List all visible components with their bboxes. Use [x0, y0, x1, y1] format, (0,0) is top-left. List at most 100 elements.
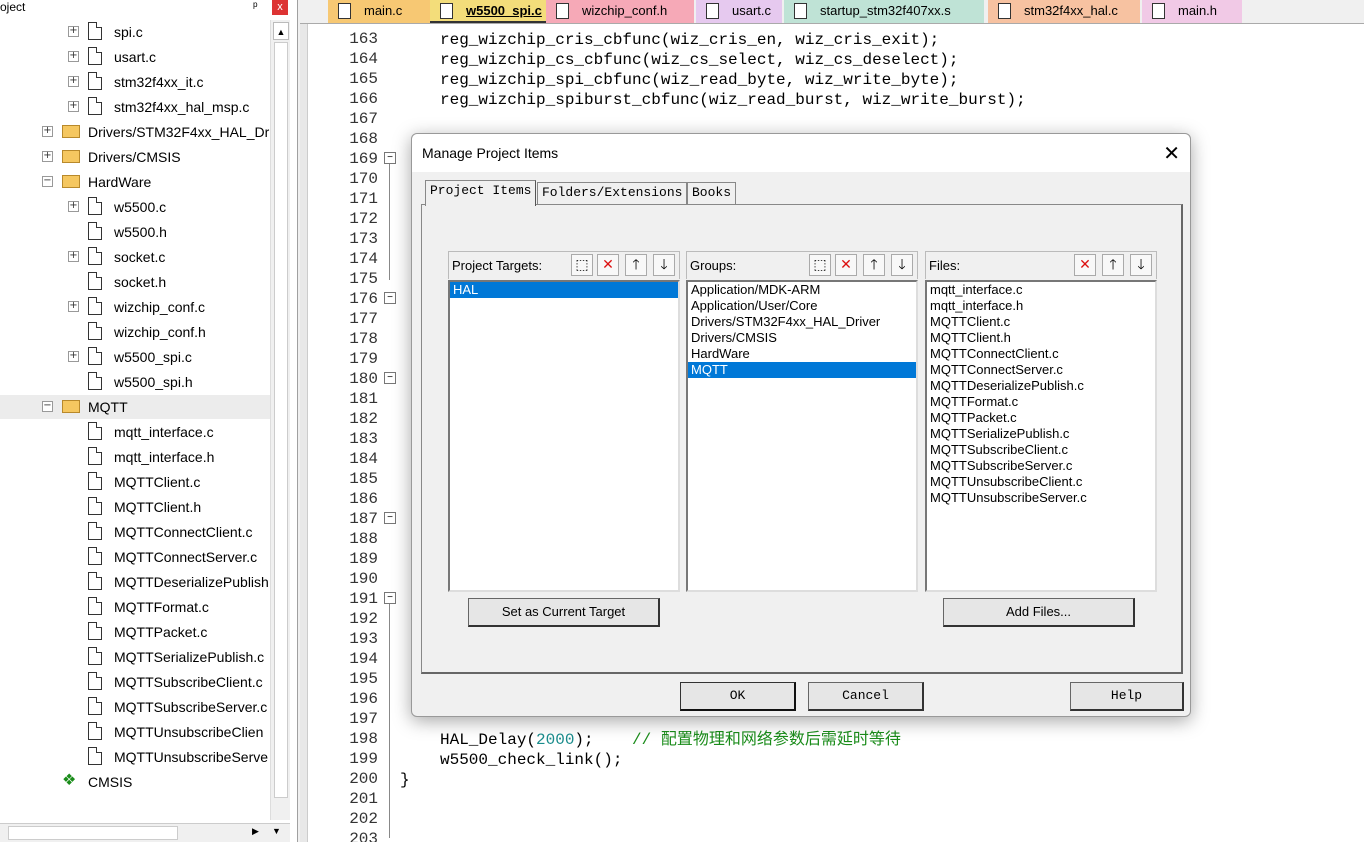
tree-item[interactable]: mqtt_interface.c — [0, 420, 270, 444]
list-item[interactable]: MQTTConnectServer.c — [927, 362, 1155, 378]
close-icon[interactable]: ✕ — [1163, 141, 1180, 165]
tree-item[interactable]: MQTTClient.h — [0, 495, 270, 519]
tree-item[interactable]: MQTTUnsubscribeServe — [0, 745, 270, 769]
add-files-button[interactable]: Add Files... — [943, 598, 1135, 627]
collapse-icon[interactable]: − — [42, 176, 53, 187]
list-item[interactable]: Application/MDK-ARM — [688, 282, 916, 298]
expand-icon[interactable]: + — [42, 151, 53, 162]
expand-icon[interactable]: + — [68, 251, 79, 262]
expand-icon[interactable]: + — [42, 126, 53, 137]
close-icon[interactable]: x — [272, 0, 288, 15]
list-item[interactable]: MQTTFormat.c — [927, 394, 1155, 410]
tree-item[interactable]: + Drivers/CMSIS — [0, 145, 270, 169]
tree-item[interactable]: MQTTUnsubscribeClien — [0, 720, 270, 744]
move-up-icon[interactable]: 🡑 — [863, 254, 885, 276]
move-up-icon[interactable]: 🡑 — [625, 254, 647, 276]
move-down-icon[interactable]: 🡓 — [653, 254, 675, 276]
tree-item[interactable]: − MQTT — [0, 395, 270, 419]
list-item[interactable]: HAL — [450, 282, 678, 298]
new-icon[interactable]: ⬚ — [571, 254, 593, 276]
expand-icon[interactable]: + — [68, 351, 79, 362]
tree-item[interactable]: MQTTSubscribeServer.c — [0, 695, 270, 719]
expand-icon[interactable]: + — [68, 201, 79, 212]
list-item[interactable]: MQTTConnectClient.c — [927, 346, 1155, 362]
list-item[interactable]: Drivers/CMSIS — [688, 330, 916, 346]
scroll-down-icon[interactable]: ▼ — [272, 826, 281, 836]
fold-icon[interactable]: − — [384, 292, 396, 304]
tree-item[interactable]: MQTTSubscribeClient.c — [0, 670, 270, 694]
delete-icon[interactable]: ✕ — [597, 254, 619, 276]
list-item[interactable]: MQTTClient.c — [927, 314, 1155, 330]
tree-item[interactable]: + stm32f4xx_it.c — [0, 70, 270, 94]
tree-item[interactable]: + stm32f4xx_hal_msp.c — [0, 95, 270, 119]
set-as-current-target-button[interactable]: Set as Current Target — [468, 598, 660, 627]
new-icon[interactable]: ⬚ — [809, 254, 831, 276]
code-line[interactable]: reg_wizchip_spi_cbfunc(wiz_read_byte, wi… — [440, 70, 958, 90]
expand-icon[interactable]: + — [68, 76, 79, 87]
tab-books[interactable]: Books — [687, 182, 737, 204]
targets-list[interactable]: HAL — [448, 280, 680, 592]
tree-item[interactable]: MQTTDeserializePublish — [0, 570, 270, 594]
list-item[interactable]: MQTT — [688, 362, 916, 378]
list-item[interactable]: Application/User/Core — [688, 298, 916, 314]
code-line[interactable]: reg_wizchip_spiburst_cbfunc(wiz_read_bur… — [440, 90, 1026, 110]
fold-icon[interactable]: − — [384, 152, 396, 164]
scrollbar-thumb[interactable] — [8, 826, 178, 840]
tree-item[interactable]: MQTTClient.c — [0, 470, 270, 494]
file-tab[interactable]: w5500_spi.c — [430, 0, 546, 23]
tree-item[interactable]: MQTTFormat.c — [0, 595, 270, 619]
help-button[interactable]: Help — [1070, 682, 1184, 711]
tree-item[interactable]: w5500_spi.h — [0, 370, 270, 394]
delete-icon[interactable]: ✕ — [835, 254, 857, 276]
file-tab[interactable]: usart.c — [696, 0, 782, 23]
code-line[interactable]: HAL_Delay(2000); // 配置物理和网络参数后需延时等待 — [440, 730, 901, 750]
horizontal-scrollbar[interactable]: ▶ ▼ — [0, 823, 290, 842]
tree-item[interactable]: MQTTPacket.c — [0, 620, 270, 644]
expand-icon[interactable]: + — [68, 26, 79, 37]
cancel-button[interactable]: Cancel — [808, 682, 924, 711]
delete-icon[interactable]: ✕ — [1074, 254, 1096, 276]
list-item[interactable]: MQTTSubscribeClient.c — [927, 442, 1155, 458]
tree-item[interactable]: + socket.c — [0, 245, 270, 269]
code-line[interactable]: w5500_check_link(); — [440, 750, 622, 770]
fold-icon[interactable]: − — [384, 372, 396, 384]
tree-item[interactable]: mqtt_interface.h — [0, 445, 270, 469]
list-item[interactable]: MQTTUnsubscribeServer.c — [927, 490, 1155, 506]
list-item[interactable]: MQTTDeserializePublish.c — [927, 378, 1155, 394]
tree-item[interactable]: socket.h — [0, 270, 270, 294]
expand-icon[interactable]: + — [68, 301, 79, 312]
file-tab[interactable]: stm32f4xx_hal.c — [988, 0, 1140, 23]
vertical-scrollbar[interactable]: ▲ — [270, 20, 290, 820]
tab-folders-extensions[interactable]: Folders/Extensions — [537, 182, 688, 204]
list-item[interactable]: MQTTSubscribeServer.c — [927, 458, 1155, 474]
tree-item[interactable]: − HardWare — [0, 170, 270, 194]
pin-icon[interactable]: ᵖ — [253, 0, 258, 13]
tree-item[interactable]: + Drivers/STM32F4xx_HAL_Dr — [0, 120, 270, 144]
tree-item[interactable]: ❖ CMSIS — [0, 770, 270, 794]
files-list[interactable]: mqtt_interface.c mqtt_interface.h MQTTClie… — [925, 280, 1157, 592]
tree-item[interactable]: MQTTConnectServer.c — [0, 545, 270, 569]
fold-icon[interactable]: − — [384, 592, 396, 604]
tree-item[interactable]: w5500.h — [0, 220, 270, 244]
file-tab[interactable]: main.h — [1142, 0, 1242, 23]
move-down-icon[interactable]: 🡓 — [891, 254, 913, 276]
expand-icon[interactable]: + — [68, 51, 79, 62]
fold-icon[interactable]: − — [384, 512, 396, 524]
tab-project-items[interactable]: Project Items — [425, 180, 537, 206]
tree-item[interactable]: wizchip_conf.h — [0, 320, 270, 344]
ok-button[interactable]: OK — [680, 682, 796, 711]
list-item[interactable]: mqtt_interface.c — [927, 282, 1155, 298]
scrollbar-thumb[interactable] — [274, 42, 288, 798]
list-item[interactable]: MQTTUnsubscribeClient.c — [927, 474, 1155, 490]
collapse-icon[interactable]: − — [42, 401, 53, 412]
list-item[interactable]: HardWare — [688, 346, 916, 362]
code-line[interactable]: reg_wizchip_cris_cbfunc(wiz_cris_en, wiz… — [440, 30, 939, 50]
code-line[interactable]: } — [400, 770, 410, 790]
list-item[interactable]: Drivers/STM32F4xx_HAL_Driver — [688, 314, 916, 330]
tree-item[interactable]: + w5500_spi.c — [0, 345, 270, 369]
tree-item[interactable]: MQTTSerializePublish.c — [0, 645, 270, 669]
tree-item[interactable]: MQTTConnectClient.c — [0, 520, 270, 544]
tree-item[interactable]: + w5500.c — [0, 195, 270, 219]
file-tab[interactable]: startup_stm32f407xx.s — [784, 0, 984, 23]
tree-item[interactable]: + wizchip_conf.c — [0, 295, 270, 319]
